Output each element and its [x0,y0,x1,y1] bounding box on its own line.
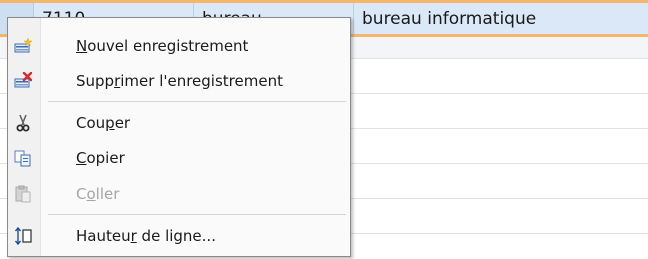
menu-item-delete-record[interactable]: Supprimer l'enregistrement [10,65,348,97]
copy-icon [14,150,31,167]
menu-item-row-height[interactable]: Hauteur de ligne... [10,220,348,252]
cell-description[interactable]: bureau informatique [354,3,648,34]
menu-item-label: Copier [76,149,125,167]
menu-item-copy[interactable]: Copier [10,142,348,174]
menu-separator [48,101,346,102]
menu-item-new-record[interactable]: Nouvel enregistrement [10,30,348,62]
menu-item-label: Couper [76,114,131,132]
menu-item-label: Coller [76,185,120,203]
menu-item-label: Hauteur de ligne... [76,227,216,245]
delete-record-icon [14,72,32,88]
menu-item-label: Nouvel enregistrement [76,37,249,55]
scissors-icon [16,114,30,132]
paste-icon [15,185,31,203]
row-height-icon [14,227,32,245]
new-record-icon [14,37,32,53]
menu-item-label: Supprimer l'enregistrement [76,72,283,90]
context-menu: Nouvel enregistrement Supprimer l'enregi… [7,17,351,257]
menu-separator [48,214,346,215]
menu-item-cut[interactable]: Couper [10,107,348,139]
menu-item-paste[interactable]: Coller [10,178,348,210]
